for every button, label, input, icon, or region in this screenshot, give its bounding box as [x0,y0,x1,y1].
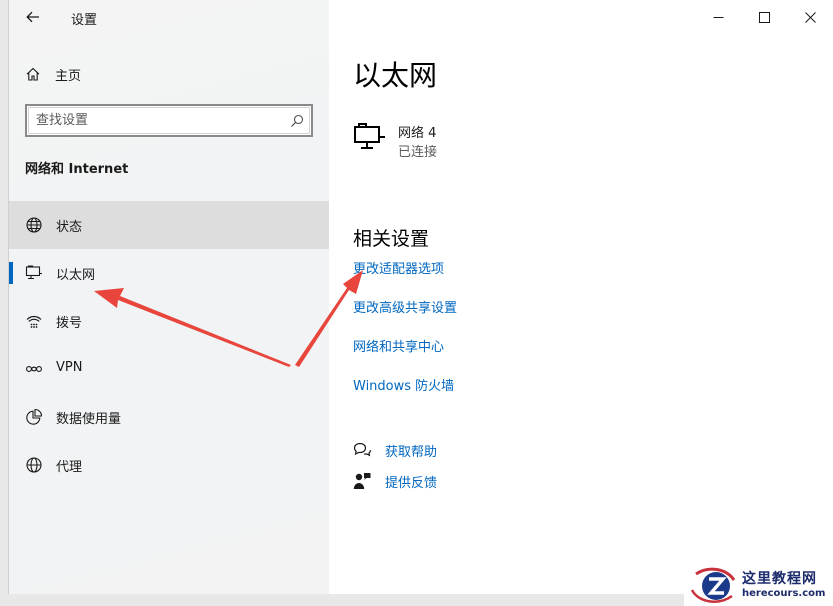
maximize-button[interactable] [741,0,787,34]
chat-help-icon [353,442,371,457]
close-icon [804,11,816,23]
home-icon [26,67,40,81]
settings-window: 设置 主页 网络和 Internet [8,0,833,594]
watermark-url: herecours.com [742,588,826,599]
ethernet-monitor-icon [25,265,42,280]
page-title: 以太网 [353,59,438,92]
search-box[interactable] [25,104,313,137]
sidebar-item-proxy[interactable]: 代理 [9,441,329,489]
change-adapter-options-link[interactable]: 更改适配器选项 [353,258,444,277]
ethernet-monitor-icon [354,123,385,149]
feedback-person-icon [353,473,371,489]
search-icon [291,114,304,127]
site-watermark: 这里教程网 herecours.com [684,562,833,606]
minimize-button[interactable] [695,0,741,34]
sidebar: 设置 主页 网络和 Internet [9,0,329,594]
main-content: 以太网 网络 4 已连接 相关设置 更改适配器选项 更改高级共享设置 网络和共享… [329,0,833,594]
dialup-icon [26,315,42,328]
sidebar-item-dialup[interactable]: 拨号 [9,297,329,345]
sidebar-item-status[interactable]: 状态 [9,201,329,249]
get-help-label: 获取帮助 [385,444,438,460]
minimize-icon [713,16,723,18]
globe-icon [26,457,42,473]
sidebar-item-ethernet[interactable]: 以太网 [9,249,329,297]
sidebar-item-label: 以太网 [56,268,96,283]
feedback-link[interactable]: 提供反馈 [353,471,437,491]
related-settings-title: 相关设置 [353,228,430,250]
sidebar-item-label: 拨号 [56,316,83,331]
windows-firewall-link[interactable]: Windows 防火墙 [353,375,454,394]
search-input[interactable] [27,107,277,134]
advanced-sharing-link[interactable]: 更改高级共享设置 [353,297,457,316]
sidebar-item-label: 状态 [56,220,83,235]
network-status: 已连接 [398,145,438,160]
sidebar-item-label: 代理 [56,460,83,475]
sidebar-item-data-usage[interactable]: 数据使用量 [9,393,329,441]
get-help-link[interactable]: 获取帮助 [353,440,437,460]
vpn-icon [26,366,42,372]
network-sharing-center-link[interactable]: 网络和共享中心 [353,336,444,355]
back-arrow-icon [26,11,39,23]
maximize-icon [758,11,770,23]
feedback-label: 提供反馈 [385,475,438,491]
network-name: 网络 4 [398,126,437,141]
sidebar-item-vpn[interactable]: VPN [9,345,329,393]
selection-indicator [9,262,13,284]
home-nav-item[interactable]: 主页 [25,60,315,88]
watermark-text: 这里教程网 [742,571,817,587]
app-title: 设置 [71,13,98,28]
home-label: 主页 [55,68,82,84]
back-button[interactable] [19,4,47,30]
watermark-logo [690,567,736,603]
close-button[interactable] [787,0,833,34]
data-usage-icon [26,408,43,425]
sidebar-item-label: 数据使用量 [56,412,122,427]
globe-network-icon [26,217,42,233]
sidebar-item-label: VPN [56,360,83,375]
screenshot-root: 设置 主页 网络和 Internet [0,0,833,606]
section-title: 网络和 Internet [25,162,129,177]
